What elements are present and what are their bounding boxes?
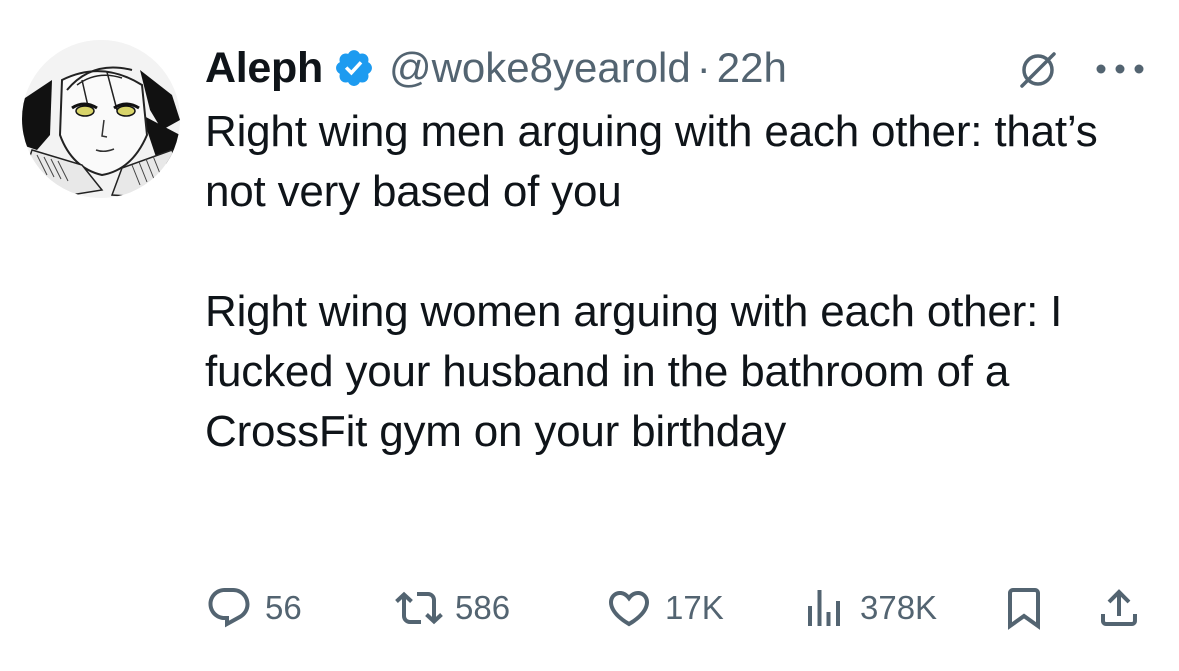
grok-icon[interactable] [1018, 50, 1058, 90]
separator-dot: · [696, 44, 711, 91]
share-button[interactable] [1095, 580, 1143, 636]
tweet-header: Aleph @woke8yearold · 22h [205, 36, 787, 100]
tweet-paragraph: Right wing men arguing with each other: … [205, 107, 1098, 216]
tweet-actions: 56 586 17K 378K [0, 580, 1179, 636]
reply-count: 56 [265, 589, 302, 626]
views-chart-icon [800, 584, 848, 632]
retweet-button[interactable]: 586 [395, 580, 510, 636]
avatar-illustration [22, 40, 180, 198]
author-name[interactable]: Aleph [205, 44, 323, 93]
views-count: 378K [860, 589, 938, 626]
heart-icon [605, 584, 653, 632]
share-icon [1095, 584, 1143, 632]
avatar[interactable] [22, 40, 180, 198]
tweet-text: Right wing men arguing with each other: … [205, 102, 1155, 462]
reply-button[interactable]: 56 [205, 580, 302, 636]
like-button[interactable]: 17K [605, 580, 724, 636]
author-handle[interactable]: @woke8yearold [389, 44, 691, 92]
more-options-icon[interactable] [1094, 62, 1146, 76]
like-count: 17K [665, 589, 724, 626]
bookmark-icon [1000, 584, 1048, 632]
reply-icon [205, 584, 253, 632]
views-button[interactable]: 378K [800, 580, 937, 636]
bookmark-button[interactable] [1000, 580, 1048, 636]
retweet-icon [395, 584, 443, 632]
retweet-count: 586 [455, 589, 511, 626]
verified-badge-icon[interactable] [333, 47, 375, 89]
tweet-paragraph: Right wing women arguing with each other… [205, 287, 1063, 456]
tweet-timestamp[interactable]: 22h [717, 44, 787, 92]
